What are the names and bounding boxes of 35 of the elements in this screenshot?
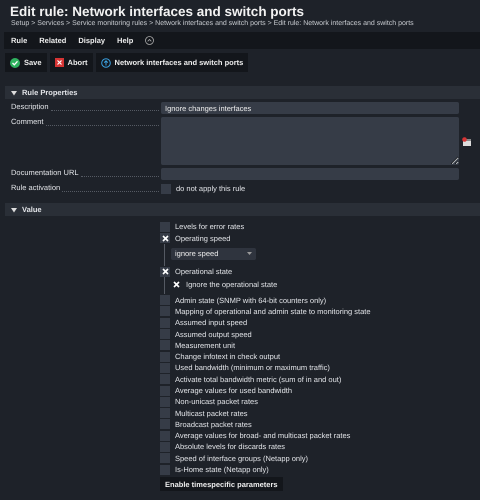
checkbox[interactable] xyxy=(160,430,170,441)
checkbox[interactable] xyxy=(160,329,170,340)
checkbox[interactable] xyxy=(171,280,181,290)
close-icon xyxy=(54,58,64,67)
documentation-url-field[interactable] xyxy=(161,168,459,180)
insert-date-icon[interactable] xyxy=(462,137,471,146)
checkbox[interactable] xyxy=(160,295,170,306)
checkbox[interactable] xyxy=(160,442,170,452)
checkbox[interactable] xyxy=(160,419,170,430)
collapse-triangle-icon[interactable] xyxy=(11,206,17,213)
checkbox[interactable] xyxy=(160,233,170,244)
checkbox[interactable] xyxy=(160,222,170,232)
chevron-up-circle-icon[interactable] xyxy=(145,36,154,45)
comment-field[interactable] xyxy=(161,117,459,165)
checkbox[interactable] xyxy=(160,340,170,350)
checkbox[interactable] xyxy=(160,396,170,407)
checkbox[interactable] xyxy=(160,453,170,464)
checkbox[interactable] xyxy=(160,306,170,316)
checkbox[interactable] xyxy=(160,352,170,362)
checkbox[interactable] xyxy=(160,318,170,328)
checkbox[interactable] xyxy=(160,374,170,384)
collapse-triangle-icon[interactable] xyxy=(11,90,17,96)
cross-mark-icon xyxy=(162,268,168,276)
checkbox[interactable] xyxy=(160,464,170,475)
caret-icon xyxy=(247,252,252,256)
checkbox[interactable] xyxy=(160,362,170,373)
checkbox[interactable] xyxy=(160,386,170,396)
checkbox[interactable] xyxy=(160,408,170,418)
page-title: Edit rule: Network interfaces and switch ports xyxy=(9,3,306,19)
checkbox[interactable] xyxy=(160,266,170,277)
cross-mark-icon xyxy=(162,234,168,242)
up-arrow-circle-icon xyxy=(100,58,111,68)
cross-mark-icon xyxy=(172,281,180,288)
check-circle-icon xyxy=(10,58,20,68)
checkbox[interactable] xyxy=(161,184,171,194)
